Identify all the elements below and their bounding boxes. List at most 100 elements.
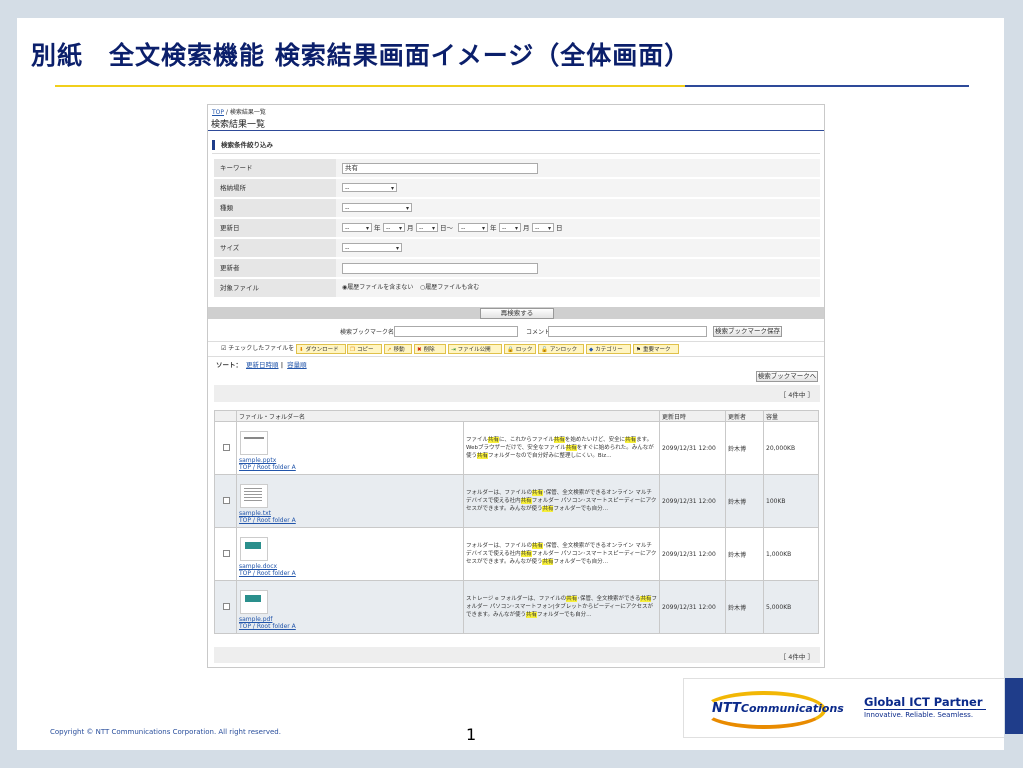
bookmark-goto-button[interactable]: 検索ブックマークへ	[756, 371, 818, 382]
action-button-1[interactable]: ❐ コピー	[347, 344, 382, 354]
page-title: 検索結果一覧	[211, 120, 266, 130]
snippet-cell: ストレージ e フォルダーは、ファイルの共有･保管、全文検索ができる共有フォルダ…	[462, 580, 661, 634]
sort-by-date-link[interactable]: 更新日時順	[246, 361, 279, 369]
research-button[interactable]: 再検索する	[480, 308, 554, 319]
breadcrumb-current: 検索結果一覧	[229, 109, 266, 116]
updated-cell: 2099/12/31 12:00	[659, 527, 727, 581]
slide-title: 別紙 全文検索機能 検索結果画面イメージ（全体画面）	[31, 41, 691, 70]
updater-cell: 鈴木博	[725, 421, 765, 475]
updated-label: 更新日	[214, 219, 336, 237]
to-day-select[interactable]: --	[532, 223, 554, 233]
table-row[interactable]: sample.pdf TOP / Root folder A ストレージ e フォル…	[214, 580, 820, 634]
action-label: アンロック	[549, 347, 578, 353]
updated-cell: 2099/12/31 12:00	[659, 580, 727, 634]
file-name-link[interactable]: sample.pptx	[239, 457, 461, 464]
location-select[interactable]: --	[342, 183, 397, 193]
action-button-2[interactable]: ➚ 移動	[384, 344, 412, 354]
header-checkbox	[214, 410, 237, 422]
results-table: ファイル・フォルダー名 更新日時 更新者 容量 sample.pptx TOP /…	[214, 410, 820, 634]
from-day-select[interactable]: --	[416, 223, 438, 233]
keyword-input[interactable]: 共有	[342, 163, 538, 174]
updater-cell: 鈴木博	[725, 474, 765, 528]
size-select[interactable]: --	[342, 243, 402, 253]
filter-row-updated: 更新日 -- 年 -- 月 -- 日～ -- 年 -- 月 -- 日	[214, 219, 820, 238]
from-year-unit: 年	[374, 224, 381, 232]
from-month-select[interactable]: --	[383, 223, 405, 233]
action-button-8[interactable]: ⚑ 重要マーク	[633, 344, 679, 354]
action-button-3[interactable]: ✖ 削除	[414, 344, 446, 354]
keyword-cell: 共有	[336, 159, 820, 178]
header-updater[interactable]: 更新者	[725, 410, 765, 422]
exclude-history-radio[interactable]: ◉履歴ファイルを含まない	[342, 283, 413, 293]
kind-select[interactable]: --	[342, 203, 412, 213]
from-month-unit: 月	[407, 224, 414, 232]
bookmark-save-button[interactable]: 検索ブックマーク保存	[713, 326, 782, 337]
file-path-link[interactable]: TOP / Root folder A	[239, 464, 461, 471]
title-underline-blue	[685, 85, 969, 87]
action-icon: ⬇	[299, 347, 304, 353]
row-checkbox-cell	[214, 421, 237, 475]
file-name-link[interactable]: sample.pdf	[239, 616, 461, 623]
file-name-link[interactable]: sample.txt	[239, 510, 461, 517]
file-name-link[interactable]: sample.docx	[239, 563, 461, 570]
updater-input[interactable]	[342, 263, 538, 274]
row-checkbox[interactable]	[223, 549, 230, 557]
sort-by-size-link[interactable]: 容量順	[287, 361, 307, 369]
action-icon: 🔓	[541, 347, 548, 353]
bookmark-name-input[interactable]	[394, 326, 518, 337]
action-button-4[interactable]: ⇥ ファイル公開	[448, 344, 502, 354]
target-cell: ◉履歴ファイルを含まない ○履歴ファイルも含む	[336, 279, 820, 298]
edge-accent	[1005, 678, 1023, 734]
file-thumbnail-icon[interactable]	[240, 537, 268, 561]
bookmark-comment-input[interactable]	[548, 326, 707, 337]
header-updated[interactable]: 更新日時	[659, 410, 727, 422]
size-label: サイズ	[214, 239, 336, 257]
action-label: 削除	[423, 347, 435, 353]
research-bar: 再検索する	[208, 307, 824, 319]
table-row[interactable]: sample.docx TOP / Root folder A フォルダーは、ファイ…	[214, 527, 820, 581]
from-day-unit: 日～	[440, 224, 453, 232]
file-path-link[interactable]: TOP / Root folder A	[239, 517, 461, 524]
include-history-radio[interactable]: ○履歴ファイルも含む	[420, 283, 479, 293]
action-toolbar: ☑ チェックしたファイルを｜ ⬇ ダウンロード ❐ コピー ➚ 移動 ✖ 削除 ⇥ ファイル公開 🔒…	[208, 341, 824, 357]
action-button-7[interactable]: ◆ カテゴリー	[586, 344, 631, 354]
sort-separator: |	[280, 361, 284, 369]
results-header-row: ファイル・フォルダー名 更新日時 更新者 容量	[214, 410, 820, 422]
snippet-cell: フォルダーは、ファイルの共有･保管、全文検索ができるオンライン マルチデバイスで…	[462, 527, 661, 581]
row-checkbox[interactable]	[223, 443, 230, 451]
row-checkbox[interactable]	[223, 602, 230, 610]
keyword-label: キーワード	[214, 159, 336, 177]
file-cell: sample.docx TOP / Root folder A	[236, 527, 464, 581]
row-checkbox[interactable]	[223, 496, 230, 504]
to-year-unit: 年	[490, 224, 497, 232]
header-filename[interactable]: ファイル・フォルダー名	[235, 410, 661, 422]
size-cell: 100KB	[763, 474, 820, 528]
table-row[interactable]: sample.pptx TOP / Root folder A ファイル共有に、これ…	[214, 421, 820, 475]
file-thumbnail-icon[interactable]	[240, 484, 268, 508]
to-year-select[interactable]: --	[458, 223, 488, 233]
page-title-rule	[208, 130, 824, 131]
action-label: ファイル公開	[457, 347, 491, 353]
action-button-6[interactable]: 🔓 アンロック	[538, 344, 584, 354]
to-month-select[interactable]: --	[499, 223, 521, 233]
from-year-select[interactable]: --	[342, 223, 372, 233]
table-row[interactable]: sample.txt TOP / Root folder A フォルダーは、ファイル…	[214, 474, 820, 528]
snippet-cell: フォルダーは、ファイルの共有･保管、全文検索ができるオンライン マルチデバイスで…	[462, 474, 661, 528]
filter-row-updater: 更新者	[214, 259, 820, 278]
action-icon: ⚑	[636, 347, 641, 353]
breadcrumb: TOP / 検索結果一覧	[212, 107, 266, 116]
header-size[interactable]: 容量	[763, 410, 820, 422]
tagline-rule	[864, 709, 986, 710]
file-path-link[interactable]: TOP / Root folder A	[239, 570, 461, 577]
snippet-cell: ファイル共有に、これからファイル共有を始めたいけど、安全に共有ます。Webブラウ…	[462, 421, 661, 475]
action-button-5[interactable]: 🔒 ロック	[504, 344, 536, 354]
file-thumbnail-icon[interactable]	[240, 431, 268, 455]
file-path-link[interactable]: TOP / Root folder A	[239, 623, 461, 630]
action-button-0[interactable]: ⬇ ダウンロード	[296, 344, 346, 354]
breadcrumb-top-link[interactable]: TOP	[212, 109, 224, 116]
bookmark-comment-label: コメント	[526, 329, 551, 336]
file-thumbnail-icon[interactable]	[240, 590, 268, 614]
action-label: 重要マーク	[642, 347, 671, 353]
row-checkbox-cell	[214, 474, 237, 528]
ntt-wordmark: NTTCommunications	[712, 701, 844, 716]
